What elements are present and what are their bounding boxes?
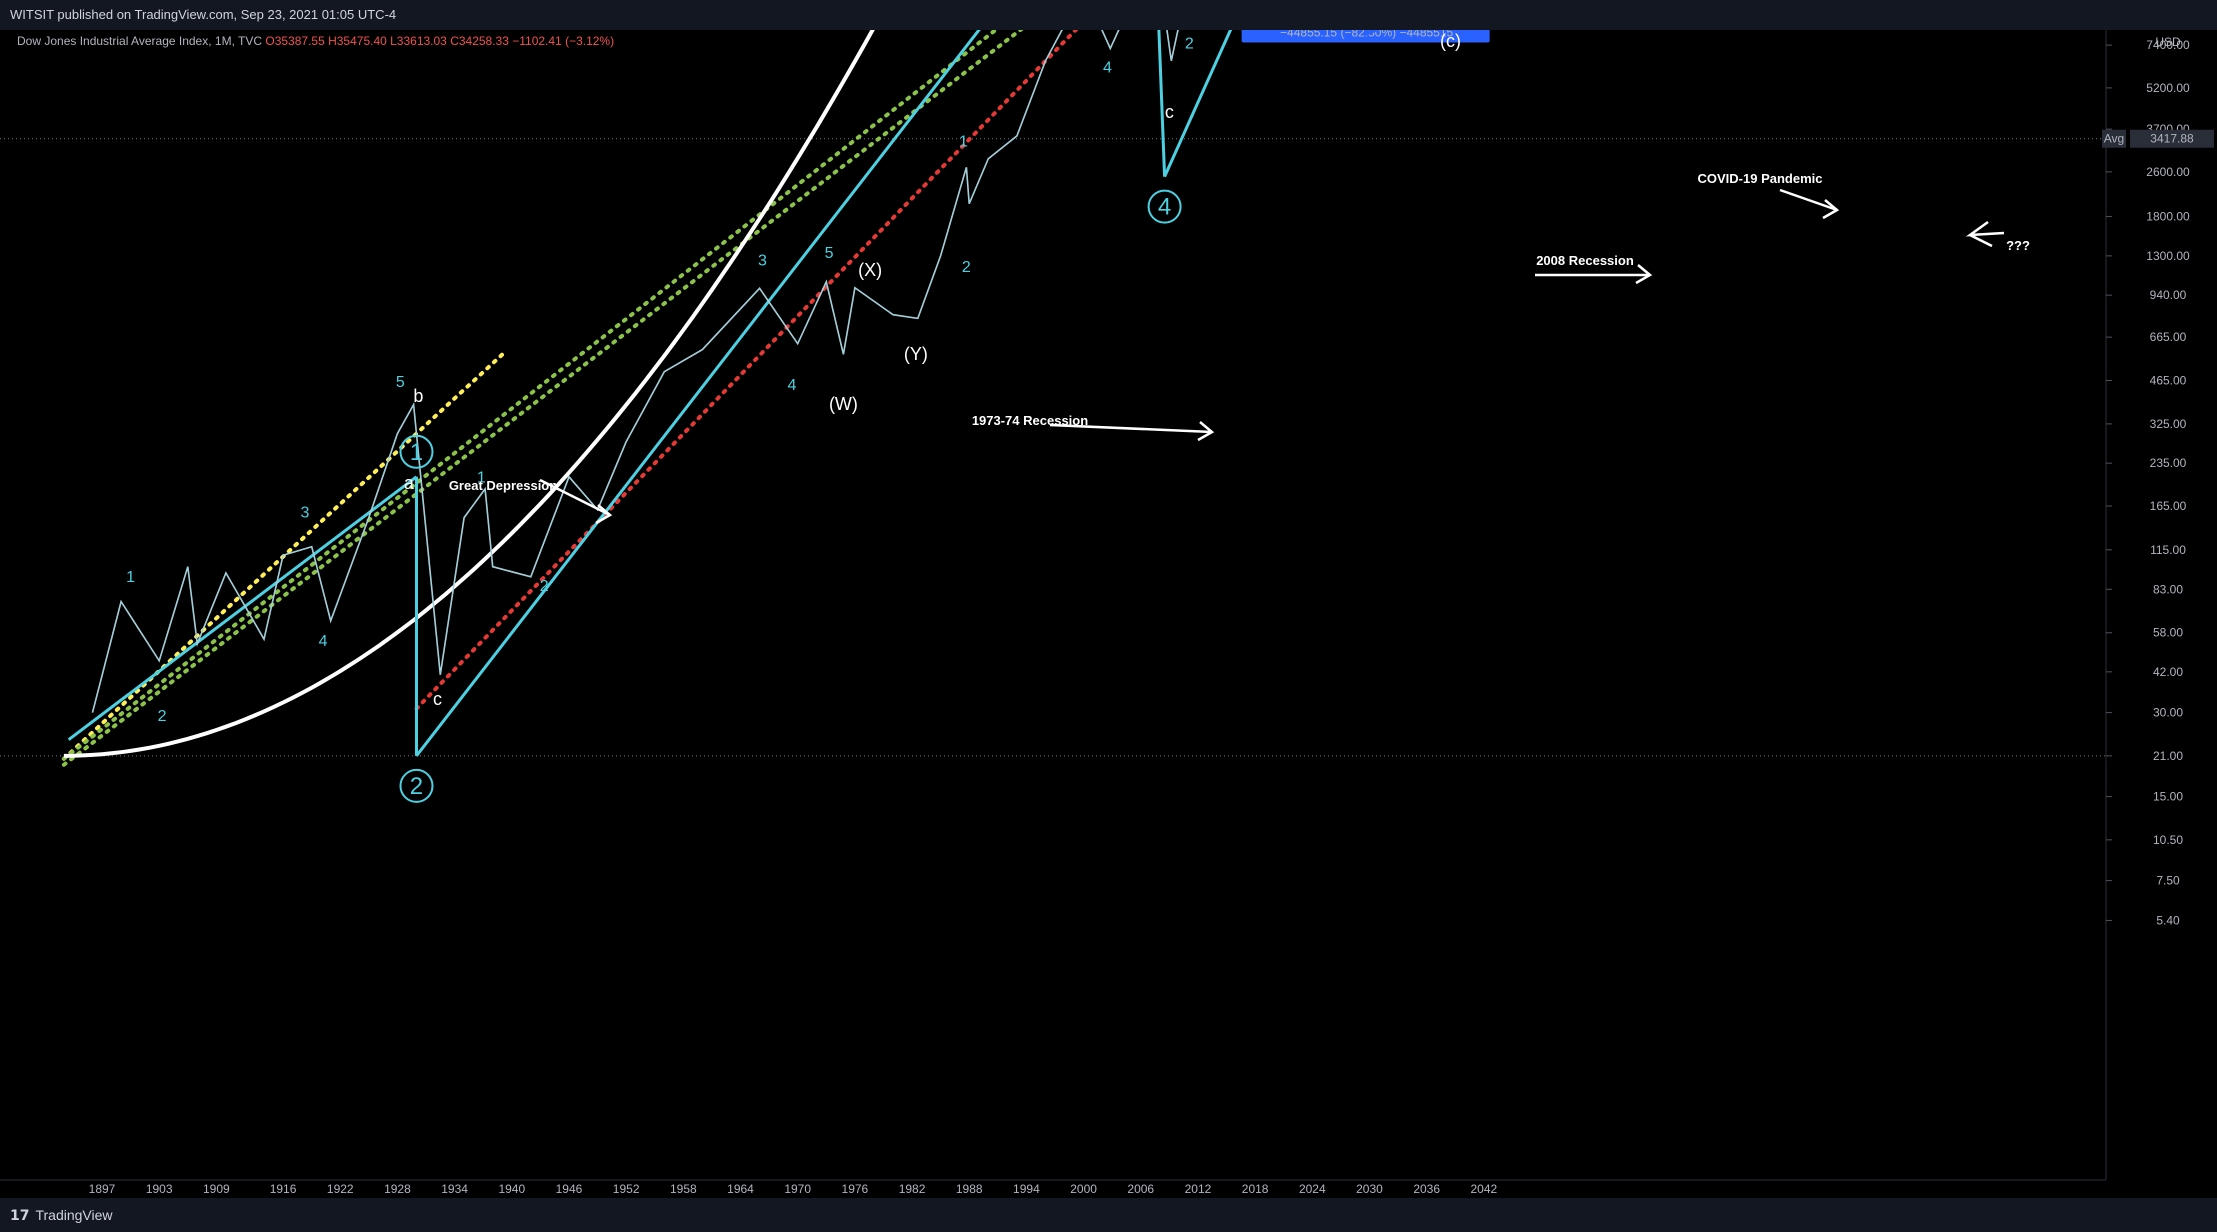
time-tick-label: 2006 xyxy=(1127,1182,1154,1196)
price-axis: USD7400.005200.003700.002600.001800.0013… xyxy=(2102,30,2217,1198)
time-tick-label: 1982 xyxy=(899,1182,926,1196)
subwave-label: 5 xyxy=(396,374,405,391)
corrective-label: (W) xyxy=(829,394,858,414)
subwave-label: 4 xyxy=(1103,60,1112,77)
subwave-label: 2 xyxy=(158,708,167,725)
primary-wave-label: 2 xyxy=(410,773,423,800)
price-chart[interactable]: −44855.15 (−82.30%) −448551554470.761765… xyxy=(0,30,2217,1198)
corrective-label: (Y) xyxy=(904,344,928,364)
price-tick-label: 5.40 xyxy=(2156,913,2180,927)
time-tick-label: 2036 xyxy=(1413,1182,1440,1196)
price-tick-label: 235.00 xyxy=(2150,456,2187,470)
price-axis-bg xyxy=(2106,30,2217,1198)
price-tick-label: 83.00 xyxy=(2153,582,2183,596)
primary-wave-label: 1 xyxy=(410,439,423,466)
symbol-legend: Dow Jones Industrial Average Index, 1M, … xyxy=(17,34,614,48)
time-tick-label: 2024 xyxy=(1299,1182,1326,1196)
time-tick-label: 1952 xyxy=(613,1182,640,1196)
time-tick-label: 1988 xyxy=(956,1182,983,1196)
corrective-label: c xyxy=(1165,102,1174,122)
time-tick-label: 1946 xyxy=(556,1182,583,1196)
primary-wave-label: 4 xyxy=(1158,194,1171,221)
price-tick-label: 115.00 xyxy=(2150,543,2186,557)
subwave-label: 2 xyxy=(540,578,549,595)
avg-tag-label: Avg xyxy=(2104,132,2124,146)
price-tick-label: 325.00 xyxy=(2150,417,2187,431)
subwave-label: 5 xyxy=(825,245,834,262)
tradingview-brand: TradingView xyxy=(35,1207,113,1223)
subwave-label: 2 xyxy=(1185,35,1194,52)
price-tick-label: 665.00 xyxy=(2150,330,2187,344)
time-tick-label: 1940 xyxy=(498,1182,525,1196)
time-tick-label: 1909 xyxy=(203,1182,230,1196)
time-tick-label: 2030 xyxy=(1356,1182,1383,1196)
price-tick-label: 940.00 xyxy=(2150,288,2187,302)
price-tick-label: 10.50 xyxy=(2153,833,2183,847)
time-tick-label: 1970 xyxy=(784,1182,811,1196)
price-tick-label: 2600.00 xyxy=(2146,165,2190,179)
corrective-label: a xyxy=(1147,30,1158,34)
footer-bar: 17 TradingView xyxy=(0,1198,2217,1232)
annotation-text: 2008 Recession xyxy=(1536,253,1634,268)
time-tick-label: 1934 xyxy=(441,1182,468,1196)
subwave-label: 3 xyxy=(758,253,767,270)
price-tick-label: 15.00 xyxy=(2153,790,2183,804)
time-tick-label: 1958 xyxy=(670,1182,697,1196)
publish-header-bar: WITSIT published on TradingView.com, Sep… xyxy=(0,0,2217,30)
price-tick-label: 30.00 xyxy=(2153,706,2183,720)
subwave-label: 4 xyxy=(319,633,328,650)
corrective-label: a xyxy=(404,473,415,493)
price-tick-label: 7.50 xyxy=(2156,874,2180,888)
annotation-text: COVID-19 Pandemic xyxy=(1698,171,1823,186)
price-tick-label: 42.00 xyxy=(2153,665,2183,679)
corrective-label: c xyxy=(433,689,442,709)
published-info: WITSIT published on TradingView.com, Sep… xyxy=(10,7,397,22)
price-tick-label: 58.00 xyxy=(2153,626,2183,640)
subwave-label: 1 xyxy=(126,569,135,586)
time-tick-label: 1976 xyxy=(842,1182,869,1196)
price-tick-label: 1800.00 xyxy=(2146,209,2190,223)
price-tick-label: 465.00 xyxy=(2150,373,2187,387)
time-tick-label: 1964 xyxy=(727,1182,754,1196)
corrective-label: (c) xyxy=(1440,31,1461,51)
time-tick-label: 1994 xyxy=(1013,1182,1040,1196)
time-tick-label: 1922 xyxy=(327,1182,354,1196)
time-tick-label: 2000 xyxy=(1070,1182,1097,1196)
tradingview-logo: 17 TradingView xyxy=(10,1207,113,1224)
price-tick-label: 21.00 xyxy=(2153,749,2183,763)
symbol-name: Dow Jones Industrial Average Index, 1M, … xyxy=(17,34,263,48)
price-tick-label: 165.00 xyxy=(2150,499,2187,513)
time-tick-label: 1928 xyxy=(384,1182,411,1196)
time-tick-label: 1916 xyxy=(270,1182,297,1196)
subwave-label: 2 xyxy=(962,259,971,276)
time-tick-label: 2018 xyxy=(1242,1182,1269,1196)
price-tick-label: 5200.00 xyxy=(2146,81,2190,95)
time-tick-label: 1903 xyxy=(146,1182,173,1196)
time-tick-label: 2042 xyxy=(1470,1182,1497,1196)
time-tick-label: 1897 xyxy=(89,1182,116,1196)
subwave-label: 4 xyxy=(788,377,797,394)
time-tick-label: 2012 xyxy=(1185,1182,1212,1196)
annotation-text: ??? xyxy=(2006,238,2030,253)
subwave-label: 1 xyxy=(959,134,968,151)
subwave-label: 3 xyxy=(301,505,310,522)
avg-value: 3417.88 xyxy=(2150,132,2194,146)
ohlc-values: O35387.55 H35475.40 L33613.03 C34258.33 … xyxy=(265,34,615,48)
corrective-label: (X) xyxy=(858,260,882,280)
price-tick-label: 7400.00 xyxy=(2146,38,2190,52)
price-tick-label: 1300.00 xyxy=(2146,249,2190,263)
corrective-label: b xyxy=(413,386,423,406)
